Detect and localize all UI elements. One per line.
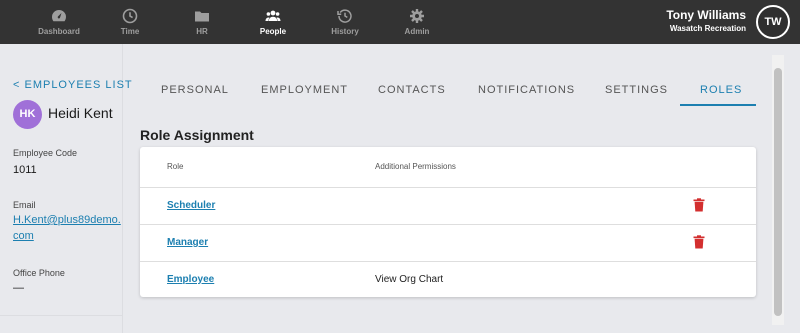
additional-permissions: View Org Chart (375, 274, 444, 285)
nav-label: People (259, 27, 287, 36)
tab-roles[interactable]: ROLES (700, 84, 742, 96)
delete-icon[interactable] (692, 235, 706, 249)
column-header-role: Role (167, 162, 184, 171)
employee-sidebar: < EMPLOYEES LIST HK Heidi Kent Employee … (0, 44, 132, 333)
section-title: Role Assignment (140, 127, 254, 143)
gear-icon (410, 9, 424, 23)
scrollbar-thumb[interactable] (774, 68, 782, 316)
office-phone-value: — (13, 282, 24, 294)
employee-name: Heidi Kent (48, 105, 113, 121)
nav-label: HR (196, 27, 208, 36)
role-link-employee[interactable]: Employee (167, 274, 214, 285)
tab-settings[interactable]: SETTINGS (605, 84, 668, 96)
employees-list-link[interactable]: < EMPLOYEES LIST (13, 79, 133, 91)
tab-notifications[interactable]: NOTIFICATIONS (478, 84, 575, 96)
history-icon (337, 9, 352, 23)
office-phone-label: Office Phone (13, 268, 65, 278)
employee-code-label: Employee Code (13, 148, 78, 158)
top-navigation-bar: Dashboard Time HR People History Admin T… (0, 0, 800, 44)
user-avatar[interactable]: TW (756, 5, 790, 39)
nav-item-admin[interactable]: Admin (387, 0, 447, 44)
roles-table: Role Additional Permissions Scheduler Ma… (140, 147, 756, 297)
email-link[interactable]: H.Kent@plus89demo.com (13, 212, 123, 244)
employee-code-value: 1011 (13, 164, 37, 176)
delete-icon[interactable] (692, 198, 706, 212)
nav-label: Admin (404, 27, 430, 36)
user-organization: Wasatch Recreation (669, 24, 746, 33)
nav-label: Dashboard (38, 27, 80, 36)
tab-personal[interactable]: PERSONAL (161, 84, 229, 96)
table-row: Employee View Org Chart (140, 261, 756, 298)
nav-item-people[interactable]: People (243, 0, 303, 44)
active-tab-indicator (680, 104, 756, 106)
table-row: Manager (140, 224, 756, 261)
people-icon (265, 10, 281, 21)
nav-item-dashboard[interactable]: Dashboard (29, 0, 89, 44)
role-link-scheduler[interactable]: Scheduler (167, 200, 215, 211)
folder-icon (195, 11, 209, 22)
tab-contacts[interactable]: CONTACTS (378, 84, 446, 96)
nav-label: History (331, 27, 359, 36)
table-row: Scheduler (140, 187, 756, 224)
user-name: Tony Williams (666, 8, 746, 22)
employee-avatar: HK (13, 100, 42, 129)
tab-employment[interactable]: EMPLOYMENT (261, 84, 348, 96)
clock-icon (122, 8, 138, 24)
nav-item-history[interactable]: History (315, 0, 375, 44)
nav-label: Time (120, 27, 140, 36)
nav-item-time[interactable]: Time (100, 0, 160, 44)
nav-item-hr[interactable]: HR (172, 0, 232, 44)
role-link-manager[interactable]: Manager (167, 237, 208, 248)
divider (0, 315, 122, 316)
column-header-permissions: Additional Permissions (375, 162, 456, 171)
dashboard-icon (52, 10, 66, 22)
email-label: Email (13, 200, 36, 210)
